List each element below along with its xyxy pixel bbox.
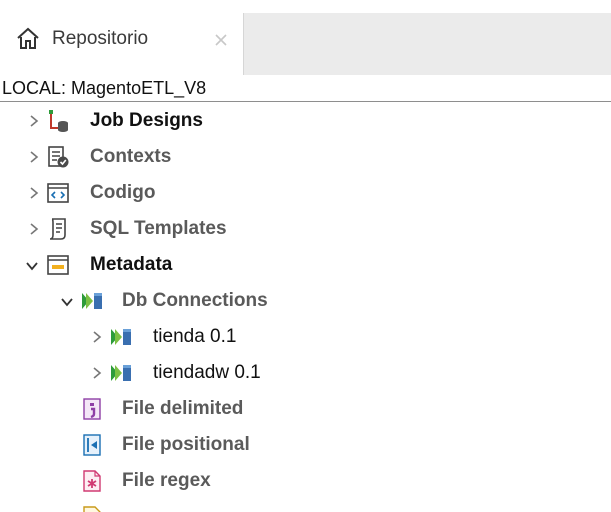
tree-item-partial — [0, 499, 611, 512]
tab-bar: Repositorio — [0, 0, 611, 75]
tab-label: Repositorio — [52, 28, 149, 49]
db-connection-icon — [82, 293, 102, 309]
tree-item-contexts[interactable]: Contexts — [0, 139, 611, 175]
chevron-down-icon[interactable] — [60, 295, 74, 309]
contexts-icon — [48, 146, 69, 168]
file-regex-icon — [83, 470, 101, 492]
tree-item-label: Codigo — [90, 182, 156, 203]
tree-item-label: Job Designs — [90, 110, 203, 131]
chevron-right-icon[interactable] — [27, 186, 41, 200]
tree-item-label: tiendadw 0.1 — [153, 362, 261, 383]
tree-item-label: Db Connections — [122, 290, 268, 311]
tree-item-file-positional[interactable]: File positional — [0, 427, 611, 463]
file-positional-icon — [83, 434, 101, 456]
chevron-right-icon[interactable] — [27, 114, 41, 128]
tab-bar-empty-area — [243, 13, 611, 75]
tree-item-label: File delimited — [122, 398, 244, 419]
tree-item-label: Metadata — [90, 254, 173, 275]
tab-repositorio[interactable]: Repositorio — [0, 0, 243, 75]
tree-item-label: SQL Templates — [90, 218, 227, 239]
sql-template-icon — [49, 218, 66, 240]
job-designs-icon — [49, 110, 68, 132]
tree-item-label: File regex — [122, 470, 211, 491]
metadata-icon — [47, 255, 69, 275]
close-icon[interactable] — [214, 33, 228, 47]
tree-item-label: Contexts — [90, 146, 172, 167]
db-connection-icon — [111, 365, 131, 381]
repository-path: LOCAL: MagentoETL_V8 — [0, 75, 611, 102]
db-connection-icon — [111, 329, 131, 345]
home-icon — [17, 27, 39, 49]
tree-item-file-regex[interactable]: File regex — [0, 463, 611, 499]
tree-item-job-designs[interactable]: Job Designs — [0, 103, 611, 139]
tree-item-sql-templates[interactable]: SQL Templates — [0, 211, 611, 247]
chevron-down-icon[interactable] — [25, 259, 39, 273]
tree-item-metadata[interactable]: Metadata — [0, 247, 611, 283]
code-icon — [47, 183, 69, 203]
tree-item-db-connections[interactable]: Db Connections — [0, 283, 611, 319]
chevron-right-icon[interactable] — [90, 366, 104, 380]
chevron-right-icon[interactable] — [90, 330, 104, 344]
tree-item-label: tienda 0.1 — [153, 326, 237, 347]
tree-item-tiendadw[interactable]: tiendadw 0.1 — [0, 355, 611, 391]
tree-item-tienda[interactable]: tienda 0.1 — [0, 319, 611, 355]
file-delimited-icon — [83, 398, 101, 420]
tree-item-codigo[interactable]: Codigo — [0, 175, 611, 211]
chevron-right-icon[interactable] — [27, 150, 41, 164]
file-icon — [83, 506, 101, 512]
tree-item-label: File positional — [122, 434, 250, 455]
chevron-right-icon[interactable] — [27, 222, 41, 236]
tree-item-file-delimited[interactable]: File delimited — [0, 391, 611, 427]
